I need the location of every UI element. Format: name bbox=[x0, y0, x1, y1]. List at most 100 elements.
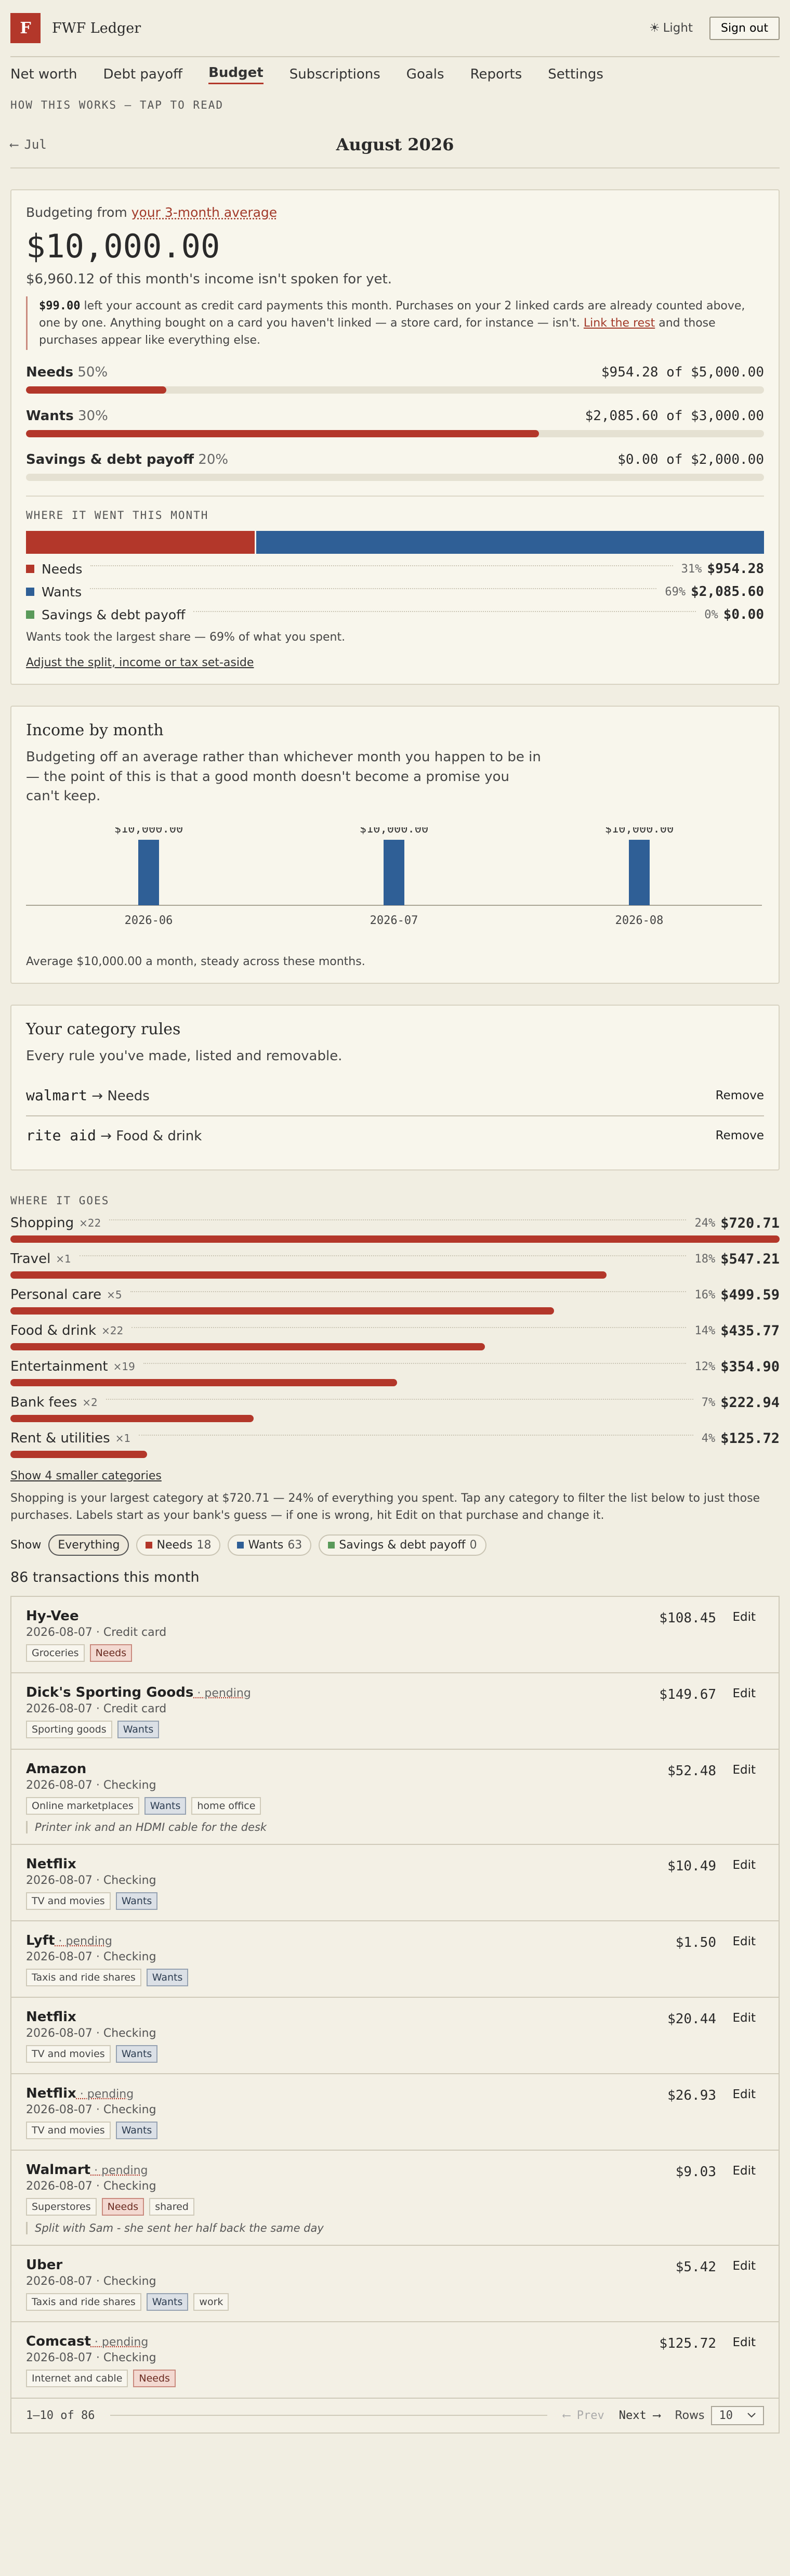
remove-rule-button[interactable]: Remove bbox=[716, 1129, 764, 1142]
tag-needs[interactable]: Needs bbox=[101, 2197, 144, 2216]
category-amount: $499.59 bbox=[720, 1286, 780, 1303]
tag-wants[interactable]: Wants bbox=[115, 1892, 158, 1910]
tag-wants[interactable]: Wants bbox=[115, 2045, 158, 2063]
transaction-meta: 2026-08-07 · Checking bbox=[26, 2351, 156, 2364]
next-page-button[interactable]: Next ⟶ bbox=[619, 2409, 660, 2422]
three-month-average-link[interactable]: your 3-month average bbox=[131, 205, 278, 220]
app-logo: F bbox=[10, 13, 41, 43]
remove-rule-button[interactable]: Remove bbox=[716, 1089, 764, 1102]
transaction-row[interactable]: Walmart · pending 2026-08-07 · Checking Su… bbox=[11, 2151, 779, 2246]
category-personal-care[interactable]: Personal care ×5 16% $499.59 bbox=[10, 1287, 780, 1315]
tag-wants[interactable]: Wants bbox=[115, 2121, 158, 2139]
tag-wants[interactable]: Wants bbox=[144, 1797, 187, 1815]
category-name: Entertainment bbox=[10, 1359, 108, 1375]
tag-wants[interactable]: Wants bbox=[146, 2293, 189, 2311]
edit-transaction-button[interactable]: Edit bbox=[732, 2164, 756, 2178]
transaction-note: Split with Sam - she sent her half back … bbox=[26, 2221, 764, 2234]
legend-row-savings-debt-payoff[interactable]: Savings & debt payoff 0% $0.00 bbox=[26, 607, 764, 622]
nav-item-debt-payoff[interactable]: Debt payoff bbox=[103, 67, 182, 82]
rule-match: walmart bbox=[26, 1087, 88, 1104]
nav-item-net-worth[interactable]: Net worth bbox=[10, 67, 77, 82]
transaction-meta: 2026-08-07 · Checking bbox=[26, 1950, 156, 1963]
tag-wants[interactable]: Wants bbox=[146, 1968, 189, 1986]
bucket-progress-track bbox=[26, 386, 764, 394]
legend-percent: 69% bbox=[665, 585, 686, 599]
edit-transaction-button[interactable]: Edit bbox=[732, 1687, 756, 1700]
tag-needs[interactable]: Needs bbox=[133, 2369, 176, 2387]
nav-item-reports[interactable]: Reports bbox=[470, 67, 522, 82]
category-shopping[interactable]: Shopping ×22 24% $720.71 bbox=[10, 1215, 780, 1243]
transaction-row[interactable]: Netflix 2026-08-07 · Checking TV and movie… bbox=[11, 1998, 779, 2074]
category-bar-fill bbox=[10, 1414, 254, 1422]
edit-transaction-button[interactable]: Edit bbox=[732, 1610, 756, 1624]
merchant-name: Uber bbox=[26, 2257, 63, 2273]
transaction-row[interactable]: Lyft · pending 2026-08-07 · Checking Taxis… bbox=[11, 1921, 779, 1998]
sign-out-button[interactable]: Sign out bbox=[709, 16, 780, 40]
tag-work[interactable]: work bbox=[193, 2293, 229, 2311]
bucket-limit: $2,000.00 bbox=[691, 452, 764, 467]
tag-wants[interactable]: Wants bbox=[117, 1720, 160, 1738]
category-rent-utilities[interactable]: Rent & utilities ×1 4% $125.72 bbox=[10, 1430, 780, 1458]
nav-item-settings[interactable]: Settings bbox=[548, 67, 603, 82]
adjust-split-link[interactable]: Adjust the split, income or tax set-asid… bbox=[26, 656, 254, 669]
link-the-rest-link[interactable]: Link the rest bbox=[584, 317, 655, 330]
tag-internet-and-cable[interactable]: Internet and cable bbox=[26, 2369, 128, 2387]
bucket-of: of bbox=[666, 365, 683, 380]
previous-month-button[interactable]: ⟵ Jul bbox=[10, 137, 47, 152]
tag-needs[interactable]: Needs bbox=[89, 1644, 133, 1662]
tag-taxis-and-ride-shares[interactable]: Taxis and ride shares bbox=[26, 1968, 141, 1986]
theme-toggle[interactable]: ☀ Light bbox=[649, 21, 693, 35]
nav-item-goals[interactable]: Goals bbox=[406, 67, 444, 82]
how-this-works-toggle[interactable]: HOW THIS WORKS — TAP TO READ bbox=[10, 99, 780, 111]
transaction-row[interactable]: Dick's Sporting Goods · pending 2026-08-0… bbox=[11, 1673, 779, 1750]
filter-wants[interactable]: Wants 63 bbox=[228, 1534, 312, 1556]
share-segment-wants[interactable] bbox=[255, 531, 764, 554]
share-segment-needs[interactable] bbox=[26, 531, 255, 554]
legend-row-wants[interactable]: Wants 69% $2,085.60 bbox=[26, 584, 764, 600]
bucket-spent: $0.00 bbox=[617, 452, 659, 467]
transaction-row[interactable]: Netflix · pending 2026-08-07 · Checking TV… bbox=[11, 2074, 779, 2151]
tag-shared[interactable]: shared bbox=[149, 2197, 194, 2216]
edit-transaction-button[interactable]: Edit bbox=[732, 2088, 756, 2101]
edit-transaction-button[interactable]: Edit bbox=[732, 1935, 756, 1948]
tag-tv-and-movies[interactable]: TV and movies bbox=[26, 2121, 111, 2139]
brand[interactable]: F FWF Ledger bbox=[10, 13, 141, 43]
previous-page-button[interactable]: ⟵ Prev bbox=[563, 2409, 604, 2422]
transaction-row[interactable]: Uber 2026-08-07 · Checking Taxis and ride … bbox=[11, 2246, 779, 2322]
edit-transaction-button[interactable]: Edit bbox=[732, 1858, 756, 1872]
edit-transaction-button[interactable]: Edit bbox=[732, 2011, 756, 2025]
edit-transaction-button[interactable]: Edit bbox=[732, 1763, 756, 1777]
filter-needs[interactable]: Needs 18 bbox=[136, 1534, 221, 1556]
pending-separator: · bbox=[90, 2164, 102, 2177]
income-bar-2026-07[interactable] bbox=[384, 840, 404, 906]
show-smaller-categories-link[interactable]: Show 4 smaller categories bbox=[10, 1469, 162, 1482]
category-food-drink[interactable]: Food & drink ×22 14% $435.77 bbox=[10, 1323, 780, 1350]
rules-list: walmart → Needs Remove rite aid → Food & d… bbox=[26, 1076, 764, 1155]
tag-online-marketplaces[interactable]: Online marketplaces bbox=[26, 1797, 139, 1815]
legend-row-needs[interactable]: Needs 31% $954.28 bbox=[26, 561, 764, 577]
income-bar-2026-08[interactable] bbox=[629, 840, 650, 906]
edit-transaction-button[interactable]: Edit bbox=[732, 2336, 756, 2349]
tag-sporting-goods[interactable]: Sporting goods bbox=[26, 1720, 112, 1738]
tag-taxis-and-ride-shares[interactable]: Taxis and ride shares bbox=[26, 2293, 141, 2311]
tag-tv-and-movies[interactable]: TV and movies bbox=[26, 1892, 111, 1910]
tag-groceries[interactable]: Groceries bbox=[26, 1644, 85, 1662]
rows-per-page-select[interactable]: 10 bbox=[710, 2405, 764, 2425]
category-bank-fees[interactable]: Bank fees ×2 7% $222.94 bbox=[10, 1395, 780, 1422]
transaction-row[interactable]: Hy-Vee 2026-08-07 · Credit card Groceries N… bbox=[11, 1597, 779, 1673]
tag-home-office[interactable]: home office bbox=[191, 1797, 261, 1815]
tag-superstores[interactable]: Superstores bbox=[26, 2197, 97, 2216]
income-bar-2026-06[interactable] bbox=[138, 840, 159, 906]
tag-tv-and-movies[interactable]: TV and movies bbox=[26, 2045, 111, 2063]
category-travel[interactable]: Travel ×1 18% $547.21 bbox=[10, 1251, 780, 1279]
transaction-row[interactable]: Comcast · pending 2026-08-07 · Checking In… bbox=[11, 2322, 779, 2399]
filter-savings-debt-payoff[interactable]: Savings & debt payoff 0 bbox=[319, 1534, 486, 1556]
nav-item-budget[interactable]: Budget bbox=[208, 65, 264, 84]
edit-transaction-button[interactable]: Edit bbox=[732, 2259, 756, 2273]
bucket-amount: $0.00 of $2,000.00 bbox=[617, 452, 764, 467]
nav-item-subscriptions[interactable]: Subscriptions bbox=[289, 67, 380, 82]
transaction-row[interactable]: Amazon 2026-08-07 · Checking Online market… bbox=[11, 1750, 779, 1845]
filter-everything[interactable]: Everything bbox=[48, 1534, 129, 1556]
category-entertainment[interactable]: Entertainment ×19 12% $354.90 bbox=[10, 1359, 780, 1386]
transaction-row[interactable]: Netflix 2026-08-07 · Checking TV and movie… bbox=[11, 1845, 779, 1921]
